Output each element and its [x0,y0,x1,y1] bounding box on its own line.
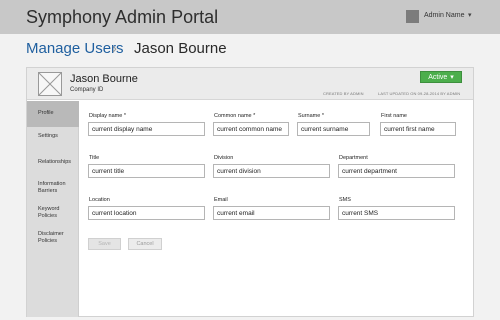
location-field[interactable] [88,206,205,220]
last-updated: LAST UPDATED ON 09-28-2014 BY ADMIN [378,91,461,96]
admin-avatar-icon[interactable] [406,10,419,23]
breadcrumb-separator-icon: › [112,40,117,57]
sms-field[interactable] [338,206,455,220]
title-field[interactable] [88,164,205,178]
display-name-label: Display name * [89,113,126,119]
user-header: Jason Bourne Company ID CREATED BY ADMIN… [27,68,473,100]
sidebar-item-settings[interactable]: Settings [27,133,79,140]
surname-label: Surname * [298,113,324,119]
email-field[interactable] [213,206,330,220]
department-label: Department [339,155,368,161]
created-by: CREATED BY ADMIN [323,91,364,96]
title-label: Title [89,155,100,161]
sidebar-item-relationships[interactable]: Relationships [27,159,79,166]
sidebar-item-keyword-policies[interactable]: Keyword Policies [27,206,73,220]
display-name-field[interactable] [88,122,205,136]
save-button[interactable]: Save [88,238,121,250]
first-name-label: First name [381,113,407,119]
sidebar-item-profile[interactable]: Profile [27,101,79,127]
sidebar-item-disclaimer-policies[interactable]: Disclaimer Policies [27,231,73,245]
admin-menu[interactable]: Admin Name [424,12,464,19]
division-field[interactable] [213,164,330,178]
sms-label: SMS [339,197,351,203]
cancel-button[interactable]: Cancel [128,238,162,250]
user-name: Jason Bourne [70,73,138,85]
app-title: Symphony Admin Portal [26,7,219,27]
common-name-label: Common name * [214,113,256,119]
first-name-field[interactable] [380,122,456,136]
sidebar-item-information-barriers[interactable]: Information Barriers [27,181,73,195]
profile-sidebar: Profile Settings Relationships Informati… [27,101,79,317]
location-label: Location [89,197,110,203]
user-card: Jason Bourne Company ID CREATED BY ADMIN… [26,67,474,317]
breadcrumb-manage-users[interactable]: Manage Users [26,40,124,57]
status-dropdown-button[interactable]: Active ▾ [420,71,462,83]
top-bar: Symphony Admin Portal Admin Name ▾ [0,0,500,34]
common-name-field[interactable] [213,122,289,136]
breadcrumb-current-user: Jason Bourne [134,40,227,57]
status-chevron-down-icon: ▾ [450,74,454,81]
division-label: Division [214,155,234,161]
user-photo-placeholder-icon [38,72,62,96]
email-label: Email [214,197,228,203]
company-id: Company ID [70,87,104,93]
department-field[interactable] [338,164,455,178]
chevron-down-icon[interactable]: ▾ [468,11,472,19]
status-label: Active [428,73,448,81]
surname-field[interactable] [297,122,370,136]
